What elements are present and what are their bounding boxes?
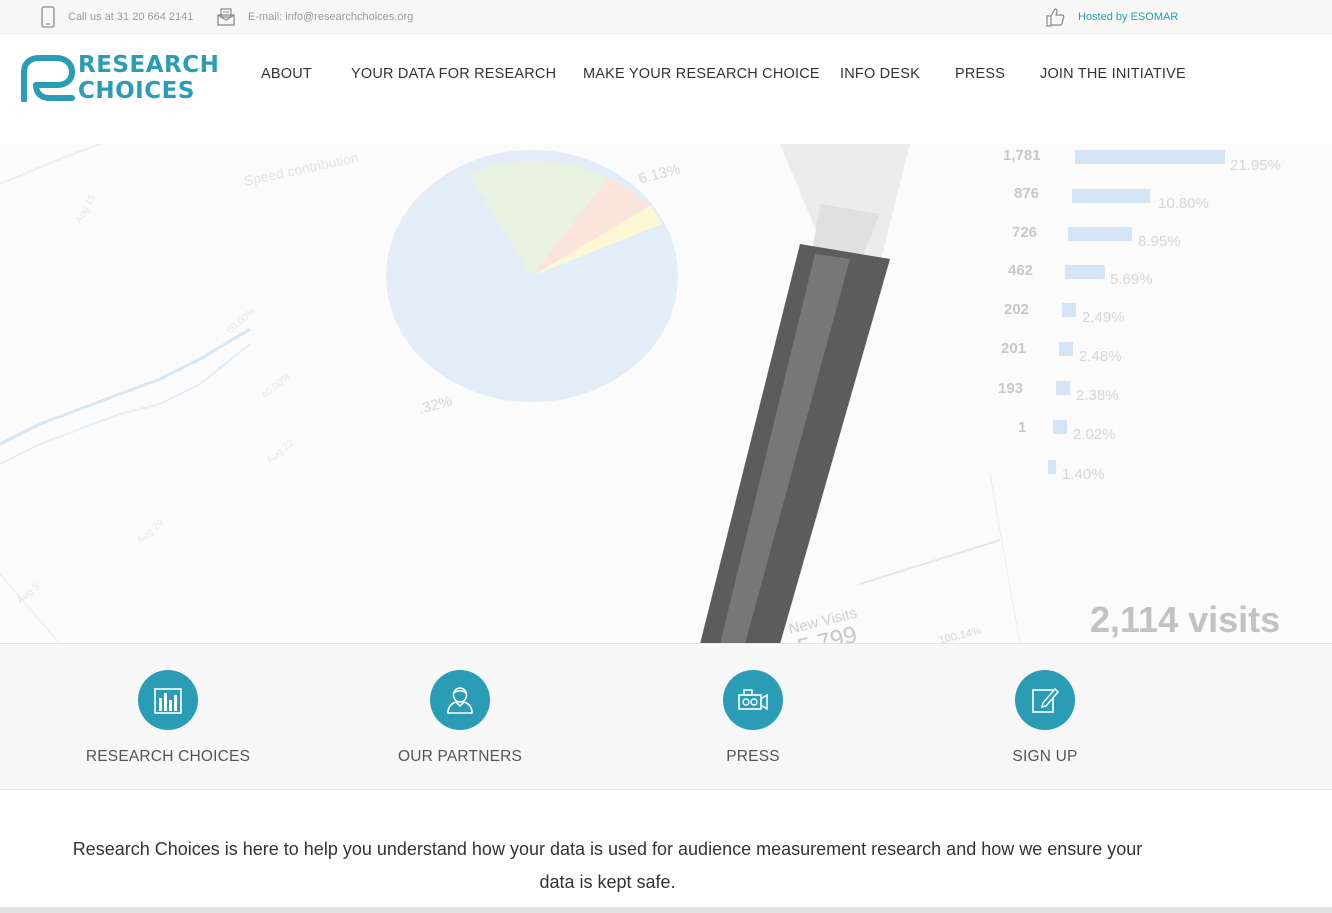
table-percent-4: 5.69% [1110, 271, 1153, 288]
nav-join-the-initiative[interactable]: JOIN THE INITIATIVE [1040, 66, 1186, 82]
camera-icon [738, 689, 768, 711]
mail-icon [217, 8, 235, 26]
feature-research-choices[interactable]: RESEARCH CHOICES [58, 670, 278, 766]
thumbs-up-icon [1046, 8, 1065, 27]
feature-label: PRESS [726, 748, 780, 765]
table-percent-7: 2.38% [1076, 387, 1119, 404]
hosted-prefix: Hosted by [1078, 11, 1128, 23]
phone-contact[interactable]: Call us at 31 20 664 2141 [40, 0, 193, 34]
top-bar: Call us at 31 20 664 2141 E-mail: info@r… [0, 0, 1332, 34]
feature-circle[interactable] [138, 670, 198, 730]
table-percent-2: 10.80% [1158, 195, 1209, 212]
chart-icon [154, 688, 182, 714]
table-value-7: 193 [998, 380, 1023, 397]
logo-line2: CHOICES [78, 78, 195, 104]
email-contact[interactable]: E-mail: info@researchchoices.org [216, 0, 413, 34]
table-value-5: 202 [1004, 301, 1029, 318]
bottom-divider [0, 907, 1332, 913]
nav-press[interactable]: PRESS [955, 66, 1005, 82]
table-percent-8: 2.02% [1073, 426, 1116, 443]
feature-label: SIGN UP [1012, 748, 1078, 765]
logo[interactable]: RESEARCH CHOICES [20, 52, 230, 104]
nav-your-data-for-research[interactable]: YOUR DATA FOR RESEARCH [351, 66, 556, 82]
phone-text: Call us at 31 20 664 2141 [68, 11, 194, 23]
hosted-by[interactable]: Hosted by ESOMAR [1044, 0, 1178, 34]
table-value-3: 726 [1012, 224, 1037, 241]
table-percent-9: 1.40% [1062, 466, 1105, 483]
feature-circle[interactable] [430, 670, 490, 730]
feature-label: OUR PARTNERS [397, 748, 523, 765]
hero-image: Speed contribution Aug 15 Aug 22 Aug 29 … [0, 144, 1332, 643]
logo-mark-icon [21, 55, 76, 102]
intro-text: Research Choices is here to help you und… [72, 839, 1143, 892]
user-icon [447, 687, 473, 714]
table-percent-3: 8.95% [1138, 233, 1181, 250]
feature-sign-up[interactable]: SIGN UP [935, 670, 1155, 766]
table-value-6: 201 [1001, 340, 1026, 357]
logo-text: RESEARCH CHOICES [78, 52, 219, 104]
feature-label: RESEARCH CHOICES [85, 748, 251, 765]
features-strip: RESEARCH CHOICES OUR PARTNERS PRESS SIGN… [0, 645, 1332, 790]
visits-total: 2,114 visits [1090, 599, 1280, 640]
table-percent-1: 21.95% [1230, 157, 1281, 174]
nav-info-desk[interactable]: INFO DESK [840, 66, 920, 82]
nav-about[interactable]: ABOUT [261, 66, 312, 82]
logo-line1: RESEARCH [78, 52, 220, 78]
table-value-2: 876 [1014, 185, 1039, 202]
feature-press[interactable]: PRESS [643, 670, 863, 766]
site-header: RESEARCH CHOICES ABOUT YOUR DATA FOR RES… [0, 34, 1332, 144]
feature-circle[interactable] [723, 670, 783, 730]
table-value-8: 1 [1018, 419, 1026, 436]
feature-our-partners[interactable]: OUR PARTNERS [350, 670, 570, 766]
email-text: E-mail: info@researchchoices.org [248, 11, 414, 23]
table-percent-6: 2.48% [1079, 348, 1122, 365]
table-value-4: 462 [1008, 262, 1033, 279]
table-percent-5: 2.49% [1082, 309, 1125, 326]
hero-banner: Speed contribution Aug 15 Aug 22 Aug 29 … [0, 144, 1332, 644]
nav-make-your-research-choice[interactable]: MAKE YOUR RESEARCH CHOICE [583, 66, 820, 82]
edit-icon [1032, 687, 1060, 713]
phone-icon [41, 6, 55, 28]
hosted-org: ESOMAR [1130, 11, 1179, 23]
intro-section: Research Choices is here to help you und… [0, 791, 1332, 907]
feature-circle[interactable] [1015, 670, 1075, 730]
table-value-1: 1,781 [1003, 147, 1041, 164]
